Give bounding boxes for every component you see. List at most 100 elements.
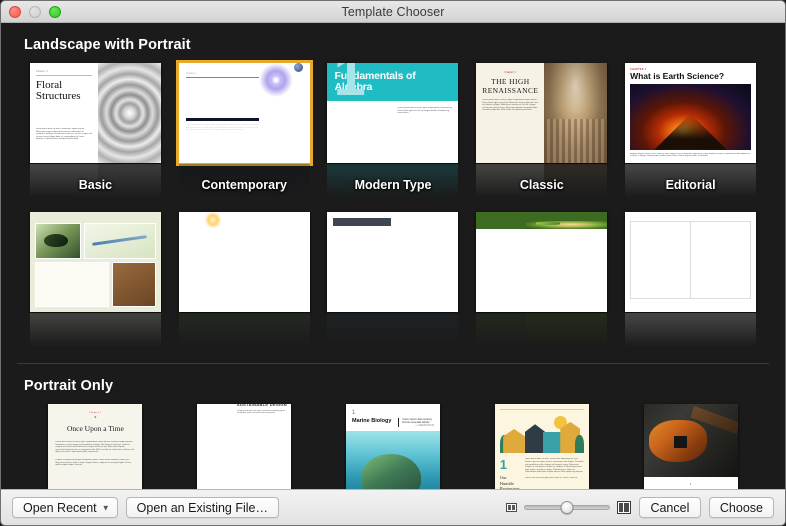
template-thumbnail-blank[interactable] bbox=[625, 212, 757, 312]
template-card-life-on-the-road[interactable]: 1 LIFE ON THE ROAD bbox=[616, 404, 765, 489]
template-name-classic: Classic bbox=[519, 178, 564, 192]
template-name-contemporary: Contemporary bbox=[201, 178, 287, 192]
thumb-title: Once Upon a Time bbox=[66, 424, 124, 433]
thumb-chapter-number: 1 bbox=[351, 410, 356, 416]
thumb-image-guitar bbox=[643, 404, 738, 477]
thumb-body-text-2: Nam ut sed sed leo feugiat ullam turpis … bbox=[524, 477, 578, 480]
thumbnail-size-control bbox=[505, 501, 631, 515]
template-card-photo-book[interactable] bbox=[170, 212, 319, 347]
thumb-body-text: Lorem ipsum dolor sit amet, consectetur … bbox=[236, 409, 286, 415]
slider-thumb[interactable] bbox=[560, 501, 574, 514]
template-card-craft[interactable] bbox=[21, 212, 170, 347]
template-label-row: Contemporary bbox=[201, 172, 286, 198]
template-thumbnail-cookbook[interactable] bbox=[476, 212, 608, 312]
thumb-title: Floral Structures bbox=[35, 79, 81, 102]
dialog-action-buttons: Cancel Choose bbox=[638, 497, 774, 518]
template-thumbnail-photo-book[interactable] bbox=[178, 212, 310, 312]
thumb-quote-attribution: — LOREM IPSUM bbox=[414, 424, 434, 427]
thumbnail-reflection bbox=[625, 313, 757, 347]
thumb-chapter-number: 1 bbox=[499, 457, 508, 473]
template-card-once-upon-a-time[interactable]: Chapter 1 ❦ Once Upon a Time Lorem ipsum… bbox=[21, 404, 170, 489]
window-titlebar: Template Chooser bbox=[1, 1, 785, 23]
thumb-chapter-label: Chapter 1 bbox=[504, 70, 517, 74]
thumb-image-butterfly bbox=[34, 223, 81, 259]
template-card-our-humble-beginnings[interactable]: 1 Our Humble Beginnings Lorem ipsum dolo… bbox=[467, 404, 616, 489]
template-card-classic[interactable]: Chapter 1 THE HIGH RENAISSANCE Lorem ips… bbox=[467, 63, 616, 198]
template-thumbnail-contemporary[interactable]: Chapter 1 Our Solar System Lorem ipsum d… bbox=[175, 60, 313, 166]
template-thumbnail-modern-type[interactable]: Fundamentals of Algebra 1 Lorem ipsum do… bbox=[327, 63, 459, 163]
thumb-body-text-2: Ut dolor sit adipiscing magna vestibulum… bbox=[55, 458, 132, 467]
thumb-image-salad bbox=[526, 221, 608, 229]
template-label-row: Editorial bbox=[666, 172, 716, 198]
thumb-body-text: Lorem ipsum dolor sit amet, ligula suspe… bbox=[55, 441, 134, 454]
template-name-basic: Basic bbox=[78, 178, 113, 192]
template-thumbnail-marine-biology[interactable]: 1 Marine Biology "Lorem ipsum dolor sit … bbox=[345, 404, 440, 489]
cancel-label: Cancel bbox=[650, 500, 690, 515]
thumbnail-wrapper bbox=[616, 212, 765, 347]
thumb-image-renaissance bbox=[544, 63, 608, 163]
open-recent-popup-button[interactable]: Open Recent ▼ bbox=[12, 497, 118, 518]
thumb-title: SUSTAINABLE DESIGN bbox=[236, 404, 287, 407]
template-thumbnail-basic[interactable]: Chapter 1 Floral Structures Lorem ipsum … bbox=[29, 63, 161, 163]
thumb-image-sunset bbox=[204, 212, 221, 228]
template-thumbnail-antique[interactable] bbox=[327, 212, 459, 312]
template-card-blank[interactable] bbox=[616, 212, 765, 347]
template-row-1: Chapter 1 Floral Structures Lorem ipsum … bbox=[15, 60, 771, 198]
thumb-image-dragonfly bbox=[83, 223, 156, 259]
thumb-body-text: Lorem ipsum dolor sit amet, consectetur … bbox=[35, 128, 92, 141]
thumbnail-wrapper bbox=[21, 212, 170, 347]
thumbnail-size-slider[interactable] bbox=[523, 501, 610, 515]
thumb-body-text: Lorem ipsum dolor sit amet, ligula suspe… bbox=[482, 99, 538, 112]
thumb-image-turtle bbox=[345, 431, 440, 489]
template-thumbnail-craft[interactable] bbox=[29, 212, 161, 312]
large-thumbnail-icon[interactable] bbox=[616, 501, 631, 514]
template-card-antique[interactable] bbox=[319, 212, 468, 347]
template-name-modern-type: Modern Type bbox=[354, 178, 432, 192]
choose-button[interactable]: Choose bbox=[708, 497, 774, 518]
template-row-3: Chapter 1 ❦ Once Upon a Time Lorem ipsum… bbox=[15, 404, 771, 489]
thumb-image-floral bbox=[98, 63, 161, 163]
template-thumbnail-editorial[interactable]: CHAPTER 1 What is Earth Science? Aliquam… bbox=[625, 63, 757, 163]
template-thumbnail-classic[interactable]: Chapter 1 THE HIGH RENAISSANCE Lorem ips… bbox=[476, 63, 608, 163]
template-label-row: Basic bbox=[79, 172, 112, 198]
template-thumbnail-once-upon-a-time[interactable]: Chapter 1 ❦ Once Upon a Time Lorem ipsum… bbox=[48, 404, 143, 489]
template-thumbnail-our-humble-beginnings[interactable]: 1 Our Humble Beginnings Lorem ipsum dolo… bbox=[494, 404, 589, 489]
template-name-editorial: Editorial bbox=[665, 178, 716, 192]
template-card-marine-biology[interactable]: 1 Marine Biology "Lorem ipsum dolor sit … bbox=[319, 404, 468, 489]
thumbnail-wrapper bbox=[467, 212, 616, 347]
template-thumbnail-sustainable-design[interactable]: 1 SUSTAINABLE DESIGN Lorem ipsum dolor s… bbox=[197, 404, 292, 489]
template-chooser-window: Template Chooser Landscape with Portrait… bbox=[0, 0, 786, 526]
thumb-title: THE HIGH RENAISSANCE bbox=[482, 77, 539, 95]
template-thumbnail-life-on-the-road[interactable]: 1 LIFE ON THE ROAD bbox=[643, 404, 738, 489]
window-title: Template Chooser bbox=[341, 4, 445, 19]
template-row-2 bbox=[15, 212, 771, 347]
template-card-editorial[interactable]: CHAPTER 1 What is Earth Science? Aliquam… bbox=[616, 63, 765, 198]
thumbnail-reflection bbox=[476, 313, 608, 347]
thumb-body-text: Lorem ipsum dolor sit amet, consectetur … bbox=[524, 458, 584, 474]
small-thumbnail-icon[interactable] bbox=[505, 502, 517, 513]
thumb-chapter-number: 1 bbox=[689, 481, 692, 486]
thumb-image-village bbox=[499, 414, 584, 454]
thumb-chapter-label: Chapter 1 bbox=[88, 411, 102, 414]
open-existing-file-button[interactable]: Open an Existing File… bbox=[125, 497, 279, 518]
chevron-down-icon: ▼ bbox=[101, 503, 110, 512]
template-gallery: Landscape with Portrait Chapter 1 Floral… bbox=[1, 23, 785, 489]
thumb-image-moon bbox=[294, 63, 304, 72]
thumb-image-volcano bbox=[630, 84, 752, 150]
thumbnail-reflection bbox=[178, 313, 310, 347]
template-label-row: Modern Type bbox=[355, 172, 432, 198]
section-heading-portrait: Portrait Only bbox=[24, 378, 114, 394]
thumb-chapter-number: 1 bbox=[333, 63, 366, 108]
thumb-chapter-label: Chapter 1 bbox=[185, 72, 260, 78]
thumb-image-ants bbox=[112, 262, 156, 307]
thumbnail-reflection bbox=[327, 313, 459, 347]
template-card-sustainable-design[interactable]: 1 SUSTAINABLE DESIGN Lorem ipsum dolor s… bbox=[170, 404, 319, 489]
thumb-body-text: Lorem ipsum dolor sit amet, ligula suspe… bbox=[397, 107, 453, 115]
cancel-button[interactable]: Cancel bbox=[638, 497, 701, 518]
thumb-title: Our Humble Beginnings bbox=[499, 475, 520, 489]
thumb-image-sunflare bbox=[258, 63, 293, 97]
template-card-contemporary[interactable]: Chapter 1 Our Solar System Lorem ipsum d… bbox=[170, 60, 319, 198]
template-card-modern-type[interactable]: Fundamentals of Algebra 1 Lorem ipsum do… bbox=[319, 63, 468, 198]
template-card-cookbook[interactable] bbox=[467, 212, 616, 347]
template-card-basic[interactable]: Chapter 1 Floral Structures Lorem ipsum … bbox=[21, 63, 170, 198]
